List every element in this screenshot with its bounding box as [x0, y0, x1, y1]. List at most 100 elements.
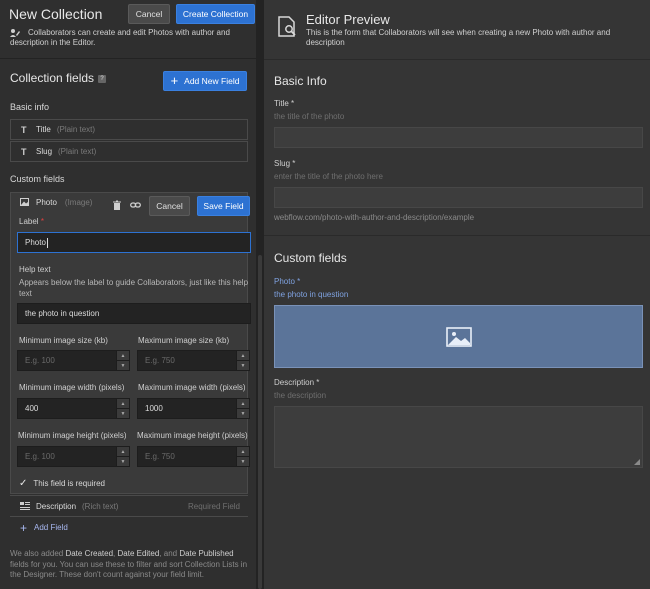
preview-slug-hint: enter the title of the photo here: [274, 172, 383, 181]
increment-icon[interactable]: ▲: [116, 399, 129, 409]
max-size-placeholder: E.g. 750: [145, 356, 175, 365]
number-stepper[interactable]: ▲ ▼: [116, 399, 129, 418]
save-field-button[interactable]: Save Field: [197, 196, 250, 216]
preview-title-hint: the title of the photo: [274, 112, 345, 121]
custom-fields-heading: Custom fields: [10, 174, 65, 184]
field-name: Slug: [36, 147, 53, 156]
max-height-placeholder: E.g. 750: [145, 452, 175, 461]
help-text-input[interactable]: the photo in question: [17, 303, 251, 324]
text-cursor: [46, 237, 48, 248]
date-created-text: Date Created: [65, 549, 114, 558]
footer-text: , and: [159, 549, 180, 558]
field-name: Description: [36, 501, 77, 511]
number-stepper[interactable]: ▲ ▼: [236, 351, 249, 370]
preview-document-icon: [278, 16, 296, 37]
preview-slug-input[interactable]: [274, 187, 643, 208]
intro-line-2: description in the Editor.: [10, 38, 96, 47]
basic-info-heading: Basic info: [10, 102, 50, 112]
help-text-label: Help text: [19, 265, 51, 274]
required-asterisk: *: [40, 217, 44, 226]
photo-field-type: (Image): [64, 197, 93, 207]
text-type-icon: T: [21, 146, 27, 157]
preview-photo-upload[interactable]: [274, 305, 643, 368]
collection-fields-title: Collection fields: [10, 71, 95, 85]
scrollbar[interactable]: [258, 255, 262, 589]
add-new-field-button[interactable]: + Add New Field: [163, 71, 247, 91]
number-stepper[interactable]: ▲ ▼: [116, 351, 129, 370]
editor-preview-panel: Editor Preview This is the form that Col…: [264, 0, 650, 589]
decrement-icon[interactable]: ▼: [236, 409, 249, 418]
preview-title: Editor Preview: [306, 12, 390, 27]
decrement-icon[interactable]: ▼: [116, 409, 129, 418]
max-width-input[interactable]: 1000 ▲ ▼: [137, 398, 250, 419]
field-row-title[interactable]: T Title (Plain text): [10, 119, 248, 140]
photo-field-header: Photo (Image): [10, 192, 92, 212]
rich-text-icon: [20, 502, 30, 510]
preview-title-input[interactable]: [274, 127, 643, 148]
preview-photo-hint: the photo in question: [274, 290, 349, 299]
increment-icon[interactable]: ▲: [236, 351, 249, 361]
add-field-button[interactable]: + Add Field: [10, 516, 248, 538]
label-label-text: Label: [19, 217, 39, 226]
divider: [264, 235, 650, 236]
resize-handle-icon[interactable]: [634, 459, 640, 465]
link-icon[interactable]: [130, 200, 141, 210]
increment-icon[interactable]: ▲: [116, 351, 129, 361]
label-input-value: Photo: [25, 238, 46, 247]
cancel-button[interactable]: Cancel: [128, 4, 170, 24]
number-stepper[interactable]: ▲ ▼: [116, 447, 129, 466]
panel-title: New Collection: [9, 6, 103, 22]
preview-photo-label: Photo *: [274, 277, 301, 286]
field-name: Title: [36, 125, 51, 134]
min-height-input[interactable]: E.g. 100 ▲ ▼: [17, 446, 130, 467]
plus-icon: +: [20, 520, 28, 535]
auto-fields-note: We also added Date Created, Date Edited,…: [10, 549, 250, 581]
checkmark-icon[interactable]: ✓: [19, 478, 27, 489]
min-height-label: Minimum image height (pixels): [18, 431, 127, 440]
preview-basic-info-heading: Basic Info: [274, 74, 327, 88]
number-stepper[interactable]: ▲ ▼: [236, 447, 249, 466]
footer-text: fields for you. You can use these to fil…: [10, 559, 248, 580]
increment-icon[interactable]: ▲: [236, 447, 249, 457]
max-height-label: Maximum image height (pixels): [137, 431, 248, 440]
decrement-icon[interactable]: ▼: [236, 361, 249, 370]
add-field-label: Add Field: [34, 523, 68, 532]
field-type: (Plain text): [58, 147, 97, 156]
help-text-value: the photo in question: [25, 309, 100, 318]
required-checkbox[interactable]: ✓ This field is required: [19, 478, 105, 489]
min-width-input[interactable]: 400 ▲ ▼: [17, 398, 130, 419]
required-field-badge: Required Field: [187, 501, 240, 511]
max-size-label: Maximum image size (kb): [138, 336, 230, 345]
increment-icon[interactable]: ▲: [236, 399, 249, 409]
add-new-field-label: Add New Field: [184, 76, 240, 86]
trash-icon[interactable]: [112, 200, 122, 210]
preview-description-label: Description *: [274, 378, 320, 387]
create-collection-button[interactable]: Create Collection: [176, 4, 255, 24]
date-published-text: Date Published: [179, 549, 234, 558]
min-width-label: Minimum image width (pixels): [19, 383, 125, 392]
number-stepper[interactable]: ▲ ▼: [236, 399, 249, 418]
min-size-input[interactable]: E.g. 100 ▲ ▼: [17, 350, 130, 371]
field-type: (Plain text): [56, 125, 96, 134]
intro-text: Collaborators can create and edit Photos…: [10, 28, 250, 48]
preview-slug-url: webflow.com/photo-with-author-and-descri…: [274, 213, 475, 222]
decrement-icon[interactable]: ▼: [116, 361, 129, 370]
label-input[interactable]: Photo: [17, 232, 251, 253]
max-height-input[interactable]: E.g. 750 ▲ ▼: [137, 446, 250, 467]
decrement-icon[interactable]: ▼: [116, 457, 129, 466]
min-size-label: Minimum image size (kb): [19, 336, 108, 345]
max-width-value: 1000: [145, 404, 163, 413]
field-row-slug[interactable]: T Slug (Plain text): [10, 141, 248, 162]
plus-icon: +: [170, 73, 179, 88]
cancel-field-button[interactable]: Cancel: [149, 196, 190, 216]
increment-icon[interactable]: ▲: [116, 447, 129, 457]
field-row-description[interactable]: Description (Rich text) Required Field: [10, 495, 248, 516]
help-icon[interactable]: ?: [98, 74, 107, 83]
preview-description-hint: the description: [274, 391, 327, 400]
text-type-icon: T: [21, 124, 27, 135]
preview-title-label: Title *: [274, 99, 295, 108]
preview-description-textarea[interactable]: [274, 406, 643, 468]
collaborators-icon: [10, 29, 20, 37]
decrement-icon[interactable]: ▼: [236, 457, 249, 466]
max-size-input[interactable]: E.g. 750 ▲ ▼: [137, 350, 250, 371]
